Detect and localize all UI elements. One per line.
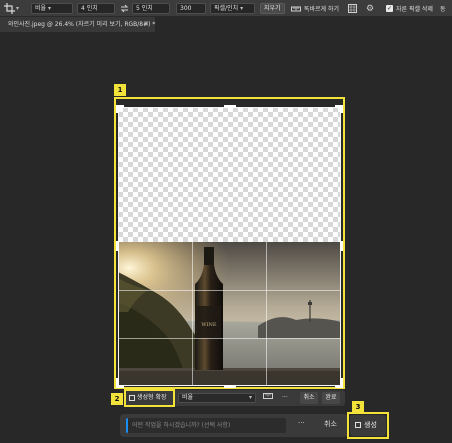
more-options-button[interactable]: ··· — [282, 392, 288, 404]
crop-handle-top-left[interactable] — [116, 105, 119, 113]
ruler-icon[interactable] — [263, 392, 273, 404]
close-icon[interactable]: ✕ — [143, 17, 149, 32]
ratio-select[interactable]: 비율 — [31, 3, 73, 14]
document-preview[interactable]: WINE — [116, 105, 343, 388]
highlight-frame-generative-expand — [124, 389, 175, 407]
document-title: 와인사진.jpeg @ 26.4% (자르기 미리 보기, RGB/8#) * — [8, 21, 156, 28]
task-ratio-label: 비율 — [182, 394, 194, 401]
straighten-icon[interactable] — [291, 3, 301, 14]
crop-handle-bottom-right[interactable] — [335, 385, 343, 388]
crop-tool-icon[interactable] — [4, 3, 15, 14]
crop-handle-right[interactable] — [340, 241, 343, 251]
crop-grid-line — [192, 242, 193, 386]
resolution-input[interactable]: 300 — [176, 3, 206, 14]
overlay-grid-icon[interactable] — [348, 3, 357, 14]
task-done-button[interactable]: 완료 — [322, 392, 340, 404]
crop-handle-left[interactable] — [116, 241, 119, 251]
crop-handle-top[interactable] — [224, 105, 236, 108]
generative-prompt-bar: 어떤 작업을 하시겠습니까? (선택 사항) ··· 취소 — [120, 414, 348, 437]
crop-handle-bottom-left[interactable] — [116, 385, 124, 388]
crop-handle-bottom[interactable] — [224, 385, 236, 388]
width-input[interactable]: 4 인치 — [77, 3, 115, 14]
tool-preset-chevron-icon[interactable]: ▾ — [16, 3, 19, 14]
prompt-input[interactable]: 어떤 작업을 하시겠습니까? (선택 사항) — [126, 418, 286, 433]
crop-bounding-box[interactable] — [118, 107, 341, 386]
task-cancel-button[interactable]: 취소 — [300, 392, 318, 404]
height-input[interactable]: 5 인치 — [132, 3, 170, 14]
gear-icon[interactable]: ⚙ — [366, 3, 374, 14]
resolution-unit-select[interactable]: 픽셀/인치 — [210, 3, 255, 14]
fill-label[interactable]: 동 — [440, 4, 446, 13]
clear-button[interactable]: 지우기 — [260, 3, 285, 14]
prompt-more-button[interactable]: ··· — [298, 419, 305, 427]
delete-cropped-checkbox[interactable]: ✓ — [386, 3, 393, 14]
prompt-cancel-button[interactable]: 취소 — [324, 419, 337, 429]
step-marker-2: 2 — [111, 393, 123, 405]
options-bar: ▾ 비율 4 인치 5 인치 300 픽셀/인치 지우기 똑바르게 하기 ⚙ ✓… — [0, 0, 452, 17]
delete-cropped-label: 자른 픽셀 삭제 — [396, 6, 433, 13]
crop-grid-line — [266, 242, 267, 386]
step-marker-3: 3 — [352, 401, 364, 413]
task-ratio-select[interactable]: 비율 ▾ — [178, 393, 256, 403]
chevron-down-icon: ▾ — [248, 394, 252, 401]
crop-handle-top-right[interactable] — [340, 105, 343, 113]
document-tab-bar: 와인사진.jpeg @ 26.4% (자르기 미리 보기, RGB/8#) * … — [0, 17, 452, 32]
document-tab[interactable]: 와인사진.jpeg @ 26.4% (자르기 미리 보기, RGB/8#) * … — [0, 17, 155, 32]
crop-grid-line — [118, 338, 341, 339]
straighten-label[interactable]: 똑바르게 하기 — [304, 4, 339, 13]
crop-grid-line — [118, 290, 341, 291]
swap-icon[interactable] — [120, 3, 129, 14]
step-marker-1: 1 — [114, 84, 126, 96]
highlight-frame-generate — [347, 412, 389, 439]
